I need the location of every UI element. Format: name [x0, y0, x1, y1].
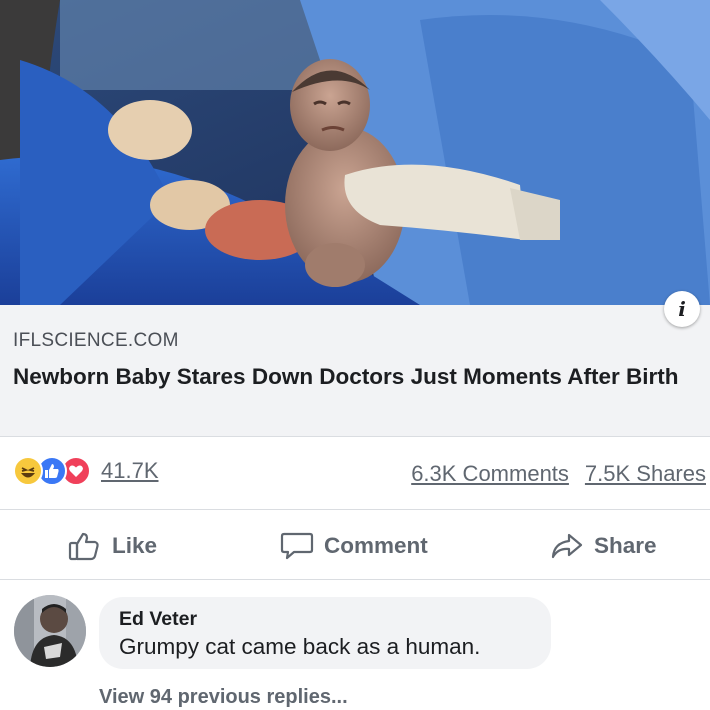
reactions-summary[interactable]: 41.7K [13, 456, 159, 486]
comment-bubble[interactable]: Ed Veter Grumpy cat came back as a human… [99, 597, 551, 669]
action-bar: Like Comment Share [0, 511, 710, 580]
reaction-count: 41.7K [101, 458, 159, 483]
post-image[interactable] [0, 0, 710, 305]
info-icon: i [678, 297, 686, 321]
share-arrow-icon [551, 533, 583, 559]
avatar[interactable] [14, 595, 86, 667]
share-button[interactable]: Share [550, 531, 657, 561]
speech-bubble-icon [280, 532, 314, 560]
haha-icon [13, 456, 43, 486]
comment-author[interactable]: Ed Veter [119, 608, 531, 631]
comment-label: Comment [324, 533, 428, 558]
link-domain: IFLSCIENCE.COM [13, 330, 179, 351]
shares-count-link[interactable]: 7.5K Shares [585, 461, 706, 487]
newborn-photo [0, 0, 710, 305]
link-preview[interactable]: IFLSCIENCE.COM Newborn Baby Stares Down … [0, 305, 710, 437]
user-avatar-image [14, 595, 86, 667]
info-button[interactable]: i [664, 291, 700, 327]
like-button[interactable]: Like [68, 531, 157, 561]
engagement-stats: 41.7K 6.3K Comments 7.5K Shares [0, 438, 710, 510]
comment-section: Ed Veter Grumpy cat came back as a human… [0, 581, 710, 710]
view-previous-replies-link[interactable]: View 94 previous replies... [99, 686, 348, 709]
comment-share-counts: 6.3K Comments 7.5K Shares [411, 461, 706, 487]
thumbs-up-icon [68, 532, 99, 561]
comment-button[interactable]: Comment [280, 531, 428, 561]
share-label: Share [594, 533, 657, 558]
like-label: Like [112, 533, 158, 558]
link-title: Newborn Baby Stares Down Doctors Just Mo… [13, 364, 679, 389]
comments-count-link[interactable]: 6.3K Comments [411, 461, 569, 487]
comment-text: Grumpy cat came back as a human. [119, 634, 481, 659]
